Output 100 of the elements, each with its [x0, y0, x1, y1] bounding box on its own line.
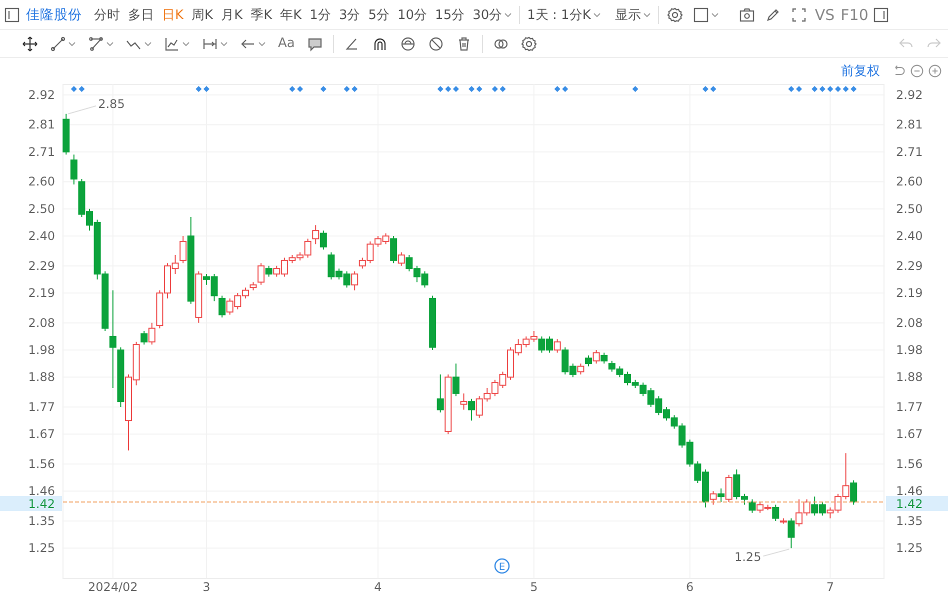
- event-marker[interactable]: [492, 86, 498, 92]
- event-marker[interactable]: [437, 86, 444, 92]
- event-marker[interactable]: [289, 86, 296, 92]
- event-marker[interactable]: [835, 86, 841, 92]
- line-tool-icon[interactable]: [50, 36, 66, 52]
- move-icon[interactable]: [22, 36, 38, 52]
- settings-icon[interactable]: [666, 6, 683, 22]
- reset-icon[interactable]: [892, 64, 906, 78]
- date-axis-label: 5: [530, 580, 538, 594]
- low-price-label: 1.25: [734, 550, 762, 564]
- polyline-tool-icon[interactable]: [88, 36, 104, 52]
- zoom-out-icon[interactable]: [910, 64, 924, 78]
- candlestick: [772, 504, 780, 522]
- candlestick: [592, 350, 600, 364]
- candlestick: [436, 374, 444, 413]
- event-marker[interactable]: [702, 86, 708, 92]
- text-tool[interactable]: Aa: [272, 36, 301, 51]
- period-tab[interactable]: 30分: [468, 2, 516, 26]
- display-dropdown[interactable]: 显示: [610, 2, 655, 26]
- vs-button[interactable]: VS: [812, 2, 838, 26]
- candlestick: [554, 338, 561, 354]
- event-marker[interactable]: [452, 86, 459, 92]
- event-marker[interactable]: [819, 86, 826, 92]
- candlestick: [577, 363, 584, 375]
- candlestick: [468, 398, 476, 422]
- f10-button[interactable]: F10: [838, 2, 872, 26]
- event-marker[interactable]: [203, 86, 210, 92]
- price-axis-label: 2.71: [896, 144, 923, 159]
- event-marker[interactable]: [78, 86, 85, 92]
- caret-icon: [220, 40, 228, 46]
- event-marker[interactable]: [710, 86, 716, 92]
- candlestick: [390, 236, 398, 264]
- event-marker[interactable]: [344, 86, 350, 92]
- magnet-icon[interactable]: [372, 36, 388, 52]
- price-axis-label: 1.25: [896, 541, 923, 556]
- price-axis-label: 2.40: [28, 229, 55, 243]
- price-axis-label: 1.25: [28, 541, 55, 556]
- event-marker[interactable]: [842, 86, 849, 92]
- pencil-icon[interactable]: [764, 6, 781, 22]
- event-marker[interactable]: [796, 86, 802, 92]
- sidebar-toggle-icon[interactable]: [4, 6, 20, 22]
- chart-tool-icon[interactable]: [164, 36, 180, 52]
- adjustment-toggle[interactable]: 前复权: [841, 62, 880, 80]
- period-tab[interactable]: 月K: [217, 2, 247, 26]
- event-marker[interactable]: [352, 86, 358, 92]
- event-marker[interactable]: [468, 86, 475, 92]
- fullscreen-icon[interactable]: [790, 6, 807, 22]
- candlestick: [600, 352, 608, 364]
- comment-icon[interactable]: [306, 36, 323, 52]
- period-tab[interactable]: 周K: [188, 2, 218, 26]
- candlestick: [460, 392, 468, 410]
- event-marker[interactable]: [196, 86, 202, 92]
- date-axis-label: 6: [686, 580, 694, 594]
- price-axis-label: 1.35: [28, 514, 55, 528]
- candlestick: [398, 252, 405, 266]
- event-marker[interactable]: [297, 86, 304, 92]
- period-tab[interactable]: 10分: [394, 2, 432, 26]
- period-tab[interactable]: 年K: [276, 2, 306, 26]
- square-icon[interactable]: [692, 6, 709, 22]
- event-marker[interactable]: [445, 86, 452, 92]
- event-marker[interactable]: [320, 86, 326, 92]
- event-marker[interactable]: [788, 86, 794, 92]
- period-tab[interactable]: 1分: [306, 2, 335, 26]
- event-marker[interactable]: [476, 86, 482, 92]
- event-marker[interactable]: [500, 86, 506, 92]
- period-tab[interactable]: 15分: [431, 2, 469, 26]
- price-axis-label: 1.88: [28, 370, 55, 384]
- candlestick: [585, 354, 592, 367]
- date-axis-label: 4: [374, 580, 382, 594]
- sidebar-toggle-icon[interactable]: [873, 6, 890, 22]
- settings-icon[interactable]: [520, 36, 537, 52]
- range-dropdown[interactable]: 1天 : 1分K: [523, 2, 605, 26]
- price-axis-label: 1.77: [896, 400, 923, 414]
- caret-icon: [504, 12, 512, 18]
- caret-icon: [68, 40, 76, 46]
- period-tab[interactable]: 分时: [90, 2, 124, 26]
- caret-icon: [642, 12, 651, 18]
- period-tab[interactable]: 多日: [124, 2, 158, 26]
- period-tab[interactable]: 季K: [246, 2, 276, 26]
- event-marker[interactable]: [812, 86, 818, 92]
- event-marker[interactable]: [827, 86, 834, 92]
- period-tab[interactable]: 5分: [364, 2, 394, 26]
- candlestick: [850, 480, 858, 506]
- hide-icon[interactable]: [428, 36, 444, 52]
- zoom-in-icon[interactable]: [928, 64, 942, 78]
- event-marker[interactable]: [850, 86, 857, 92]
- stock-name[interactable]: 佳隆股份: [20, 6, 90, 24]
- price-axis-label: 1.67: [28, 427, 55, 442]
- candlestick: [725, 474, 732, 502]
- price-axis-label: 2.29: [896, 258, 923, 273]
- camera-icon[interactable]: [738, 6, 755, 22]
- event-marker[interactable]: [70, 86, 77, 92]
- eye-icon[interactable]: [400, 36, 416, 52]
- price-axis-label: 1.98: [28, 343, 55, 357]
- event-marker[interactable]: [562, 86, 568, 92]
- event-marker[interactable]: [632, 86, 638, 92]
- period-tab[interactable]: 3分: [334, 2, 364, 26]
- date-axis-label: 3: [202, 580, 210, 594]
- current-price-tag-background: [886, 496, 948, 511]
- event-marker[interactable]: [554, 86, 560, 92]
